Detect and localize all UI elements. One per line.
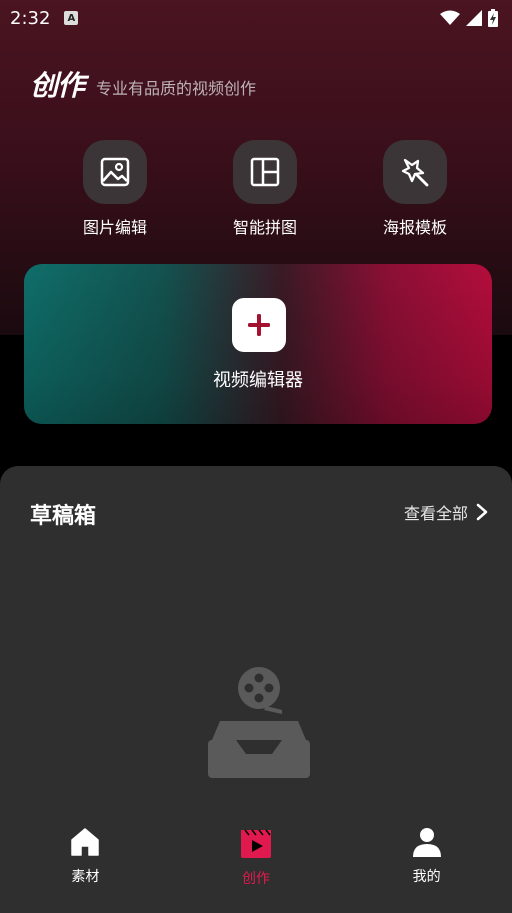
add-video-button[interactable]: [232, 298, 286, 352]
notification-icon: A: [64, 11, 79, 25]
brand-tagline: 专业有品质的视频创作: [96, 79, 257, 98]
battery-icon: [488, 9, 498, 27]
tool-label: 海报模板: [382, 218, 447, 237]
tool-label: 智能拼图: [232, 218, 297, 237]
layout-grid-icon: [250, 157, 280, 187]
bottom-nav: 素材 创作 我的: [0, 796, 512, 913]
image-icon: [100, 157, 130, 187]
nav-label: 我的: [412, 869, 441, 885]
nav-item-materials[interactable]: 素材: [25, 826, 145, 886]
drafts-panel: 草稿箱 查看全部: [0, 466, 512, 796]
nav-item-me[interactable]: 我的: [367, 826, 487, 886]
brand-logo: 创作: [30, 69, 85, 102]
status-time: 2:32: [10, 7, 51, 29]
wifi-icon: [440, 10, 460, 25]
user-icon: [412, 828, 441, 857]
nav-item-create[interactable]: 创作: [196, 826, 316, 888]
chevron-right-icon: [476, 503, 488, 521]
signal-icon: [466, 10, 482, 26]
nav-label: 创作: [241, 871, 270, 887]
home-icon: [71, 828, 100, 856]
tool-label: 图片编辑: [82, 218, 147, 237]
brand-header: 创作 专业有品质的视频创作: [30, 72, 256, 100]
tool-image-edit[interactable]: 图片编辑: [60, 140, 170, 238]
video-editor-label: 视频编辑器: [213, 370, 303, 391]
drafts-title: 草稿箱: [30, 504, 97, 529]
plus-icon: [248, 314, 270, 336]
tool-shortcuts: 图片编辑 智能拼图 海报模板: [60, 140, 470, 238]
status-bar: 2:32 A: [0, 0, 512, 36]
video-editor-card[interactable]: 视频编辑器: [24, 264, 492, 424]
clapper-play-icon: [240, 829, 271, 858]
nav-label: 素材: [71, 869, 100, 885]
tool-poster-template[interactable]: 海报模板: [360, 140, 470, 238]
tool-smart-collage[interactable]: 智能拼图: [210, 140, 320, 238]
view-all-label: 查看全部: [403, 504, 468, 523]
magic-wand-icon: [401, 158, 429, 187]
view-all-link[interactable]: 查看全部: [404, 500, 488, 524]
empty-drafts-icon: [208, 667, 310, 778]
